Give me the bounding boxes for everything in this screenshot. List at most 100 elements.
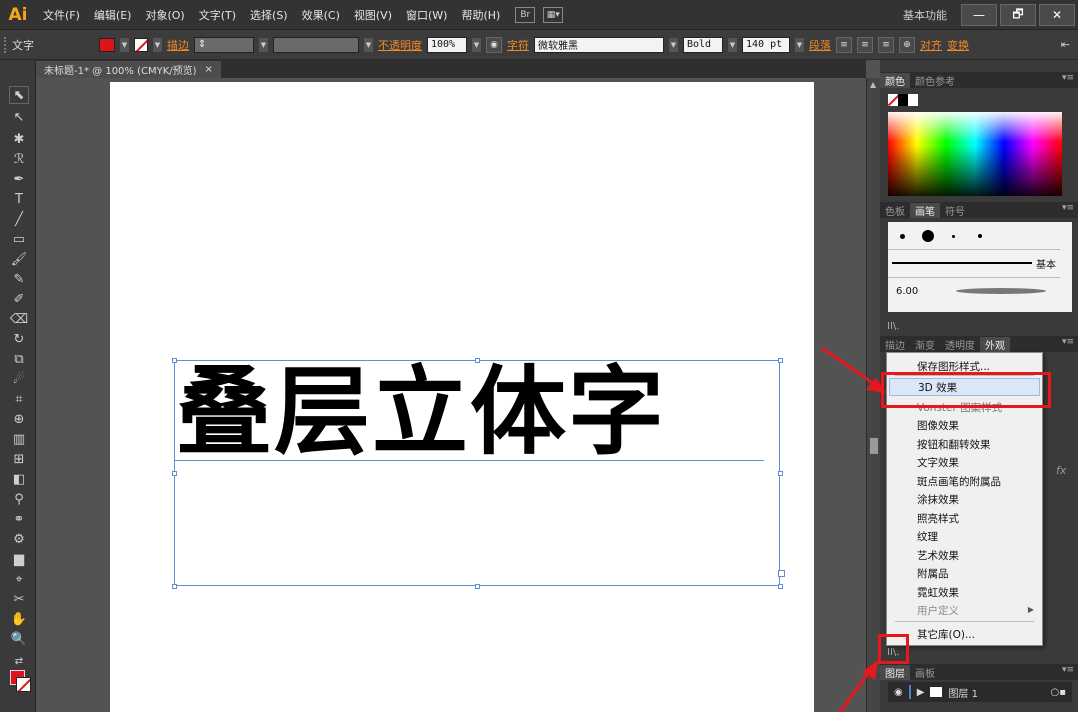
warp-tool-icon[interactable]: ☄ [9, 370, 29, 388]
chevron-down-icon[interactable]: ▼ [153, 37, 162, 52]
shape-builder-tool-icon[interactable]: ⊕ [9, 410, 29, 428]
pen-tool-icon[interactable]: ✒ [9, 170, 29, 188]
stroke-weight-field[interactable]: ⇕ [194, 36, 254, 53]
menu-item-extras[interactable]: 附属品 [917, 566, 949, 581]
chevron-down-icon[interactable]: ▼ [472, 37, 481, 52]
bridge-icon[interactable]: Br [515, 6, 536, 23]
zoom-tool-icon[interactable]: 🔍 [9, 630, 29, 648]
mesh-tool-icon[interactable]: ⊞ [9, 450, 29, 468]
headline-text[interactable]: 叠层立体字 [176, 364, 666, 460]
menu-file[interactable]: 文件(F) [36, 7, 87, 23]
menu-item-other-library[interactable]: 其它库(O)... [917, 627, 975, 642]
tab-symbols[interactable]: 符号 [940, 203, 970, 218]
brush-dot-small[interactable] [900, 234, 905, 239]
tab-artboards[interactable]: 画板 [910, 665, 940, 680]
stroke-color-swatch[interactable] [134, 37, 148, 52]
resize-handle[interactable] [778, 584, 783, 589]
close-icon[interactable]: × [205, 64, 213, 75]
hand-tool-icon[interactable]: ✋ [9, 610, 29, 628]
gradient-tool-icon[interactable]: ◧ [9, 470, 29, 488]
panel-menu-icon[interactable]: ⇤ [1061, 38, 1070, 51]
canvas-area[interactable]: 叠层立体字 [36, 78, 866, 712]
resize-handle[interactable] [778, 358, 783, 363]
scrollbar-thumb[interactable] [870, 438, 878, 454]
tab-stroke[interactable]: 描边 [880, 337, 910, 352]
menu-window[interactable]: 窗口(W) [399, 7, 454, 23]
menu-item-scribble-effects[interactable]: 涂抹效果 [917, 492, 959, 507]
pencil-tool-icon[interactable]: ✎ [9, 270, 29, 288]
vertical-scrollbar[interactable]: ▲ [866, 78, 880, 712]
align-right-icon[interactable]: ≡ [878, 36, 894, 53]
menu-item-button-rollover[interactable]: 按钮和翻转效果 [917, 437, 991, 452]
chevron-down-icon[interactable]: ▼ [795, 37, 804, 52]
scroll-up-icon[interactable]: ▲ [870, 80, 876, 89]
blob-brush-tool-icon[interactable]: ✐ [9, 290, 29, 308]
fx-icon[interactable]: fx [1056, 464, 1066, 477]
menu-item-neon-effects[interactable]: 霓虹效果 [917, 585, 959, 600]
toolbox-stroke-swatch[interactable] [16, 677, 31, 692]
resize-handle[interactable] [172, 471, 177, 476]
eyedropper-tool-icon[interactable]: ⚲ [9, 490, 29, 508]
menu-item-text-effects[interactable]: 文字效果 [917, 455, 959, 470]
tab-color-guide[interactable]: 颜色参考 [910, 73, 960, 88]
document-tab[interactable]: 未标题-1* @ 100% (CMYK/预览) × [36, 61, 221, 78]
perspective-grid-tool-icon[interactable]: ▥ [9, 430, 29, 448]
tab-gradient[interactable]: 渐变 [910, 337, 940, 352]
character-link[interactable]: 字符 [507, 37, 529, 53]
globe-icon[interactable]: ⊕ [899, 36, 915, 53]
resize-handle[interactable] [778, 471, 783, 476]
chevron-down-icon[interactable]: ▼ [120, 37, 129, 52]
text-overflow-port[interactable] [778, 570, 785, 577]
align-link[interactable]: 对齐 [920, 37, 942, 53]
opacity-link[interactable]: 不透明度 [378, 37, 422, 53]
swap-fill-stroke-icon[interactable]: ⇄ [9, 652, 29, 670]
white-swatch[interactable] [908, 94, 918, 106]
menu-item-blob-brush-extras[interactable]: 斑点画笔的附属品 [917, 474, 1001, 489]
column-graph-tool-icon[interactable]: ▆ [9, 550, 29, 568]
menu-object[interactable]: 对象(O) [138, 7, 191, 23]
panel-menu-icon[interactable]: ▾≡ [1062, 337, 1074, 347]
expand-arrow-icon[interactable]: ▶ [917, 687, 925, 698]
tab-color[interactable]: 颜色 [880, 73, 910, 88]
brush-dot-tiny[interactable] [952, 235, 955, 238]
panel-menu-icon[interactable]: ▾≡ [1062, 73, 1074, 83]
tab-appearance[interactable]: 外观 [980, 337, 1010, 352]
close-button[interactable]: ✕ [1039, 4, 1075, 26]
rectangle-tool-icon[interactable]: ▭ [9, 230, 29, 248]
stroke-link[interactable]: 描边 [167, 37, 189, 53]
layer-name[interactable]: 图层 1 [948, 685, 978, 700]
menu-item-illuminate-styles[interactable]: 照亮样式 [917, 511, 959, 526]
recolor-icon[interactable]: ◉ [486, 36, 502, 53]
scale-tool-icon[interactable]: ⧉ [9, 350, 29, 368]
font-size-field[interactable]: 140 pt [742, 36, 790, 53]
layer-row[interactable]: ◉ ▶ 图层 1 ○▪ [888, 682, 1072, 702]
minimize-button[interactable]: — [961, 4, 997, 26]
artboard-tool-icon[interactable]: ⌖ [9, 570, 29, 588]
align-center-icon[interactable]: ≡ [857, 36, 873, 53]
chevron-down-icon[interactable]: ▼ [728, 37, 737, 52]
lasso-tool-icon[interactable]: ℛ [9, 150, 29, 168]
menu-item-textures[interactable]: 纹理 [917, 529, 938, 544]
panel-menu-icon[interactable]: ▾≡ [1062, 665, 1074, 675]
none-black-white-swatches[interactable] [888, 94, 920, 106]
menu-item-artistic-effects[interactable]: 艺术效果 [917, 548, 959, 563]
font-family-field[interactable]: 微软雅黑 [534, 36, 664, 53]
menu-item-user-defined[interactable]: 用户定义 [917, 603, 959, 618]
restore-button[interactable]: 🗗 [1000, 4, 1036, 26]
eye-icon[interactable]: ◉ [894, 687, 903, 698]
rotate-tool-icon[interactable]: ↻ [9, 330, 29, 348]
tab-brushes[interactable]: 画笔 [910, 203, 940, 218]
brush-dot-large[interactable] [922, 230, 934, 242]
fill-color-swatch[interactable] [99, 37, 115, 52]
none-swatch-icon[interactable] [888, 94, 898, 106]
resize-handle[interactable] [475, 584, 480, 589]
menu-effect[interactable]: 效果(C) [295, 7, 347, 23]
menu-view[interactable]: 视图(V) [347, 7, 399, 23]
panel-menu-icon[interactable]: ▾≡ [1062, 203, 1074, 213]
variable-width-field[interactable] [273, 36, 359, 53]
symbol-sprayer-tool-icon[interactable]: ⚙ [9, 530, 29, 548]
tab-transparency[interactable]: 透明度 [940, 337, 980, 352]
brush-libraries-menu-icon[interactable]: II\. [887, 321, 899, 332]
selection-tool-icon[interactable]: ⬉ [9, 86, 29, 104]
tab-layers[interactable]: 图层 [880, 665, 910, 680]
